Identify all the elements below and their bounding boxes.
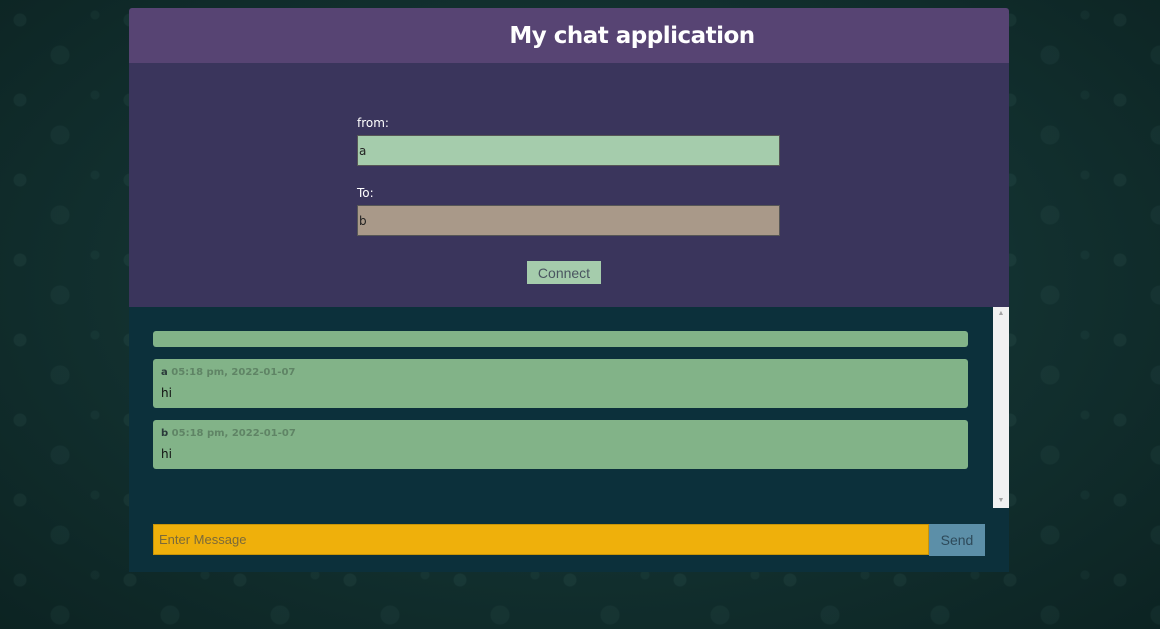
- empty-message-bar: [153, 331, 968, 347]
- message-header: a 05:18 pm, 2022-01-07: [161, 367, 960, 378]
- message-time: 05:18 pm, 2022-01-07: [171, 428, 296, 439]
- message-input[interactable]: Enter Message: [153, 524, 929, 555]
- message-list[interactable]: a 05:18 pm, 2022-01-07 hi b 05:18 pm, 20…: [153, 331, 968, 481]
- message-scrollbar[interactable]: ▲ ▼: [993, 307, 1009, 508]
- to-label: To:: [357, 186, 374, 200]
- from-label: from:: [357, 116, 389, 130]
- send-button[interactable]: Send: [929, 524, 985, 556]
- message-header: b 05:18 pm, 2022-01-07: [161, 428, 960, 439]
- message-sender: a: [161, 367, 168, 378]
- message-time: 05:18 pm, 2022-01-07: [171, 367, 296, 378]
- message-text: hi: [161, 447, 172, 461]
- message-item: a 05:18 pm, 2022-01-07 hi: [153, 359, 968, 408]
- to-input[interactable]: b: [357, 205, 780, 236]
- message-text: hi: [161, 386, 172, 400]
- scroll-up-icon[interactable]: ▲: [993, 307, 1009, 321]
- app-header: My chat application: [129, 8, 1009, 63]
- connect-panel: from: a To: b Connect: [129, 63, 1009, 307]
- from-input[interactable]: a: [357, 135, 780, 166]
- message-item: b 05:18 pm, 2022-01-07 hi: [153, 420, 968, 469]
- message-sender: b: [161, 428, 169, 439]
- scroll-down-icon[interactable]: ▼: [993, 494, 1009, 508]
- connect-button[interactable]: Connect: [527, 261, 601, 284]
- chat-area: a 05:18 pm, 2022-01-07 hi b 05:18 pm, 20…: [129, 307, 1009, 572]
- message-composer: Enter Message Send: [153, 524, 985, 556]
- app-title: My chat application: [509, 22, 755, 49]
- chat-app: My chat application from: a To: b Connec…: [129, 8, 1009, 572]
